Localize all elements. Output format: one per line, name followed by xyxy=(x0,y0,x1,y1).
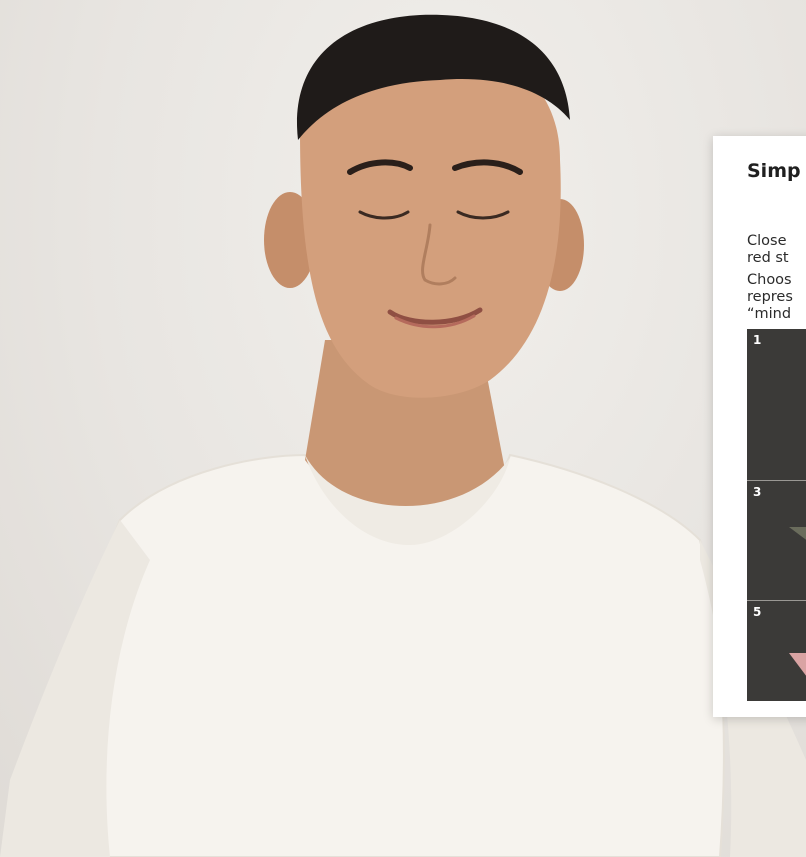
background-photo xyxy=(0,0,806,857)
instruction-line: red st xyxy=(747,250,789,266)
choose-line: Choos xyxy=(747,272,792,288)
instruction-paragraph: Close red st xyxy=(747,233,789,267)
green-triangle-shape xyxy=(789,527,806,540)
pink-triangle-shape xyxy=(789,653,806,676)
choice-option-5[interactable]: 5 xyxy=(747,601,806,701)
option-number: 1 xyxy=(753,333,762,347)
person-illustration xyxy=(0,14,806,857)
card-title: Simp xyxy=(747,160,801,182)
instruction-line: Close xyxy=(747,233,787,249)
choose-line: repres xyxy=(747,289,793,305)
choice-option-3[interactable]: 3 xyxy=(747,481,806,601)
mindfulness-card: Simp Close red st Choos repres “mind 1 3… xyxy=(713,136,806,717)
choose-paragraph: Choos repres “mind xyxy=(747,272,793,323)
image-choice-grid: 1 3 5 xyxy=(747,329,806,701)
choose-line: “mind xyxy=(747,306,792,322)
choice-option-1[interactable]: 1 xyxy=(747,329,806,481)
